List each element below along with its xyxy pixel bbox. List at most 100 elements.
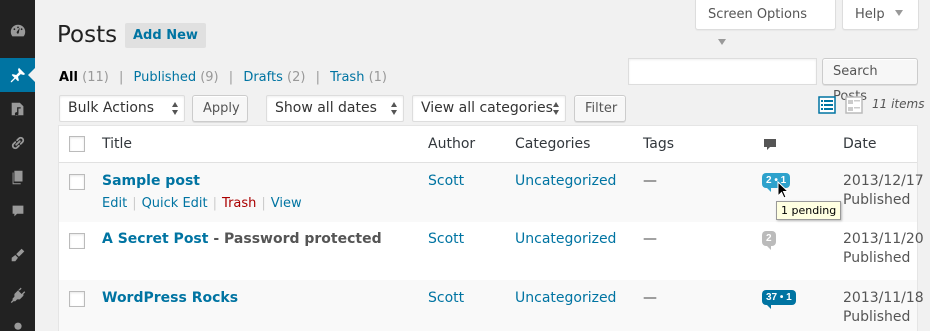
view-drafts[interactable]: Drafts [243, 70, 283, 85]
screen-options-label: Screen Options [708, 7, 807, 22]
screen-options-button[interactable]: Screen Options [695, 0, 836, 45]
post-state: - Password protected [208, 231, 382, 247]
plugins-icon [10, 286, 25, 303]
menu-dashboard[interactable] [0, 14, 35, 48]
categories-value: View all categories [421, 100, 553, 116]
row-checkbox[interactable] [69, 233, 85, 249]
appearance-icon [11, 248, 24, 262]
column-date[interactable]: Date [843, 136, 876, 152]
column-tags: Tags [643, 136, 674, 152]
filter-button[interactable]: Filter [574, 95, 626, 122]
column-categories: Categories [515, 136, 591, 152]
links-icon [11, 136, 24, 150]
separator: | [132, 196, 137, 211]
post-title: A Secret Post - Password protected [102, 231, 382, 247]
updown-arrow-icon [172, 102, 179, 115]
page-title: Posts [57, 22, 118, 48]
view-all[interactable]: All [59, 70, 78, 85]
author-link[interactable]: Scott [428, 173, 464, 189]
comment-bubble-icon[interactable] [763, 138, 777, 152]
separator: | [228, 70, 234, 85]
table-row: WordPress Rocks Scott Uncategorized — 37… [59, 280, 924, 331]
menu-pages[interactable] [0, 160, 35, 194]
post-title-link[interactable]: Sample post [102, 173, 200, 189]
tags-value: — [643, 231, 657, 247]
date-value: 2013/11/20 [843, 231, 924, 247]
date-value: 2013/11/18 [843, 290, 924, 306]
view-link[interactable]: View [271, 196, 302, 211]
chevron-down-icon [718, 39, 726, 49]
separator: | [118, 70, 124, 85]
column-title[interactable]: Title [102, 136, 132, 152]
list-view-icon[interactable] [818, 96, 836, 114]
separator: | [315, 70, 320, 85]
pending-tooltip: 1 pending [776, 201, 842, 220]
posts-table: Title Author Categories Tags Date Sample… [58, 125, 924, 331]
comments-icon [12, 205, 23, 217]
menu-links[interactable] [0, 126, 35, 160]
dates-value: Show all dates [275, 100, 377, 116]
search-input[interactable] [628, 58, 817, 85]
updown-arrow-icon [553, 102, 560, 115]
dashboard-icon [10, 24, 25, 37]
post-title-link[interactable]: WordPress Rocks [102, 290, 238, 306]
separator: | [261, 196, 266, 211]
view-published-count: (9) [200, 70, 219, 85]
bulk-actions-value: Bulk Actions [68, 100, 155, 116]
comment-count-badge[interactable]: 37 • 1 [762, 290, 796, 309]
view-all-count: (11) [82, 70, 109, 85]
author-link[interactable]: Scott [428, 231, 464, 247]
table-header: Title Author Categories Tags Date [59, 126, 917, 163]
date-status: Published [843, 309, 911, 325]
menu-appearance[interactable] [0, 238, 35, 272]
category-link[interactable]: Uncategorized [515, 231, 616, 247]
category-link[interactable]: Uncategorized [515, 290, 616, 306]
post-date: 2013/11/18 Published [843, 289, 924, 327]
quick-edit-link[interactable]: Quick Edit [142, 196, 208, 211]
status-views: All (11) | Published (9) | Drafts (2) | … [59, 70, 387, 85]
edit-link[interactable]: Edit [102, 196, 127, 211]
author-link[interactable]: Scott [428, 290, 464, 306]
menu-comments[interactable] [0, 194, 35, 228]
bulk-actions-select[interactable]: Bulk Actions [59, 95, 185, 122]
help-button[interactable]: Help [842, 0, 919, 30]
post-date: 2013/11/20 Published [843, 230, 924, 268]
table-row: A Secret Post - Password protected Scott… [59, 222, 924, 280]
categories-select[interactable]: View all categories [412, 95, 566, 122]
trash-link[interactable]: Trash [222, 196, 256, 211]
apply-button[interactable]: Apply [192, 95, 248, 122]
date-status: Published [843, 250, 911, 266]
pin-icon [10, 67, 25, 83]
view-published[interactable]: Published [133, 70, 196, 85]
comment-count-badge[interactable]: 2 [762, 231, 776, 250]
menu-plugins[interactable] [0, 277, 35, 311]
category-link[interactable]: Uncategorized [515, 173, 616, 189]
column-author: Author [428, 136, 476, 152]
menu-posts[interactable] [0, 58, 35, 92]
row-checkbox[interactable] [69, 174, 85, 190]
view-drafts-count: (2) [287, 70, 306, 85]
media-icon [11, 102, 23, 116]
search-posts-button[interactable]: Search Posts [822, 58, 918, 104]
pages-icon [12, 170, 22, 185]
select-all-checkbox[interactable] [69, 136, 85, 152]
view-trash-count: (1) [368, 70, 388, 85]
help-label: Help [855, 7, 885, 22]
separator: | [212, 196, 218, 211]
view-trash[interactable]: Trash [330, 70, 364, 85]
updown-arrow-icon [391, 102, 398, 115]
menu-users[interactable] [0, 311, 35, 331]
row-checkbox[interactable] [69, 291, 85, 307]
excerpt-view-icon[interactable] [845, 96, 863, 114]
menu-media[interactable] [0, 92, 35, 126]
tags-value: — [643, 173, 657, 189]
tags-value: — [643, 290, 657, 306]
add-new-button[interactable]: Add New [125, 23, 206, 48]
post-title-link[interactable]: A Secret Post [102, 231, 208, 247]
chevron-down-icon [894, 10, 903, 20]
items-count: 11 items [872, 97, 925, 111]
dates-select[interactable]: Show all dates [266, 95, 404, 122]
mouse-cursor-icon [777, 181, 789, 199]
users-icon [13, 322, 22, 330]
admin-menu [0, 0, 35, 331]
